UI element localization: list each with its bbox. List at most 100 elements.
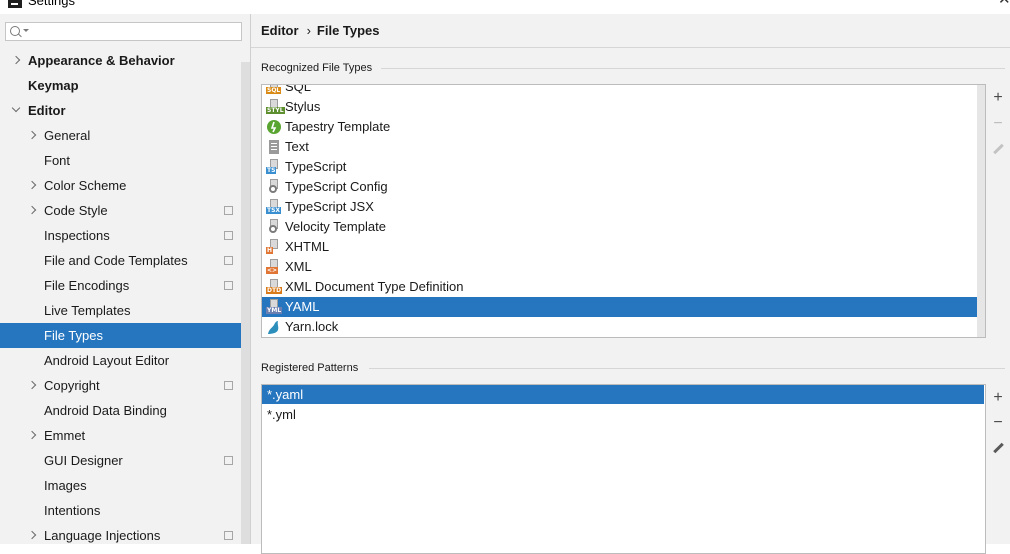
- pattern-row[interactable]: *.yaml: [262, 385, 984, 404]
- sidebar-item-file-types[interactable]: File Types: [0, 323, 250, 348]
- file-type-label: Text: [285, 139, 309, 154]
- edit-file-type-pencil-icon[interactable]: [990, 142, 1006, 158]
- chevron-right-icon[interactable]: [27, 530, 37, 540]
- yaml-file-icon: YML: [266, 299, 283, 315]
- search-input[interactable]: [30, 24, 235, 39]
- file-type-label: YAML: [285, 299, 320, 314]
- sidebar-item-label: Images: [44, 478, 87, 493]
- xhtml-file-icon: H: [266, 239, 282, 255]
- file-type-label: Yarn.lock: [285, 319, 339, 334]
- file-type-row[interactable]: H XHTML: [262, 237, 985, 257]
- file-type-label: SQL: [285, 84, 312, 94]
- breadcrumb: Editor › File Types: [261, 22, 380, 40]
- add-file-type-button[interactable]: +: [990, 90, 1006, 106]
- sidebar-item-android-layout-editor[interactable]: Android Layout Editor: [0, 348, 251, 373]
- project-level-icon: [222, 529, 233, 540]
- project-level-icon: [222, 204, 233, 215]
- sidebar-item-copyright[interactable]: Copyright: [0, 373, 251, 398]
- file-type-row[interactable]: Text: [262, 137, 985, 157]
- sidebar-item-editor[interactable]: Editor: [0, 98, 251, 123]
- file-type-label: TypeScript Config: [285, 179, 388, 194]
- file-type-row[interactable]: <> XML: [262, 257, 985, 277]
- chevron-right-icon[interactable]: [27, 380, 37, 390]
- xml-file-icon: <>: [266, 259, 282, 275]
- sidebar-item-intentions[interactable]: Intentions: [0, 498, 251, 523]
- text-file-icon: [266, 139, 282, 155]
- chevron-right-icon[interactable]: [11, 55, 21, 65]
- remove-pattern-button[interactable]: −: [990, 415, 1006, 431]
- section-rule: [369, 368, 1005, 369]
- search-history-dropdown-icon[interactable]: [23, 29, 29, 32]
- sidebar-item-label: File Types: [44, 328, 104, 343]
- file-type-row[interactable]: TS TypeScript: [262, 157, 985, 177]
- sidebar-item-live-templates[interactable]: Live Templates: [0, 298, 251, 323]
- sidebar-item-inspections[interactable]: Inspections: [0, 223, 251, 248]
- breadcrumb-parent[interactable]: Editor: [261, 23, 299, 38]
- chevron-right-icon[interactable]: [27, 430, 37, 440]
- sidebar-item-label: GUI Designer: [44, 453, 123, 468]
- sidebar-item-font[interactable]: Font: [0, 148, 251, 173]
- sidebar-item-emmet[interactable]: Emmet: [0, 423, 251, 448]
- file-types-scrollbar[interactable]: [977, 85, 985, 337]
- file-type-row[interactable]: DTD XML Document Type Definition: [262, 277, 985, 297]
- sidebar-item-label: Language Injections: [44, 528, 161, 543]
- chevron-right-icon[interactable]: [27, 205, 37, 215]
- recognized-file-types-list[interactable]: SQL SQL STYL Stylus Tapestry Template Text TS T…: [261, 84, 986, 338]
- sidebar-item-language-injections[interactable]: Language Injections: [0, 523, 251, 544]
- sidebar-item-color-scheme[interactable]: Color Scheme: [0, 173, 251, 198]
- sidebar-item-images[interactable]: Images: [0, 473, 251, 498]
- edit-pattern-pencil-icon[interactable]: [990, 441, 1006, 457]
- file-type-label: Stylus: [285, 99, 321, 114]
- file-type-row[interactable]: TSX TypeScript JSX: [262, 197, 985, 217]
- window-title: Settings: [28, 0, 75, 8]
- sidebar-item-file-and-code-templates[interactable]: File and Code Templates: [0, 248, 251, 273]
- search-box[interactable]: [5, 22, 242, 41]
- dtd-file-icon: DTD: [266, 279, 283, 295]
- tapestry-icon: [266, 119, 282, 135]
- tsconfig-file-icon: [266, 179, 282, 195]
- file-type-row[interactable]: Tapestry Template: [262, 117, 985, 137]
- sidebar-item-appearance-behavior[interactable]: Appearance & Behavior: [0, 48, 251, 73]
- sidebar-item-file-encodings[interactable]: File Encodings: [0, 273, 251, 298]
- file-type-row[interactable]: TypeScript Config: [262, 177, 985, 197]
- sidebar-item-label: Live Templates: [44, 303, 131, 318]
- sidebar-item-gui-designer[interactable]: GUI Designer: [0, 448, 251, 473]
- sidebar-item-label: General: [44, 128, 91, 143]
- project-level-icon: [222, 454, 233, 465]
- search-icon[interactable]: [10, 26, 20, 36]
- pattern-label: *.yaml: [267, 387, 304, 402]
- recognized-file-types-title: Recognized File Types: [261, 62, 373, 74]
- sidebar-item-code-style[interactable]: Code Style: [0, 198, 251, 223]
- chevron-right-icon[interactable]: [27, 180, 37, 190]
- chevron-right-icon[interactable]: [27, 130, 37, 140]
- app-logo-icon: [8, 0, 22, 8]
- add-pattern-button[interactable]: +: [990, 390, 1006, 406]
- sidebar-item-label: Code Style: [44, 203, 108, 218]
- sidebar-item-general[interactable]: General: [0, 123, 251, 148]
- sidebar-item-label: Inspections: [44, 228, 110, 243]
- project-level-icon: [222, 279, 233, 290]
- sidebar-item-keymap[interactable]: Keymap: [0, 73, 251, 98]
- file-type-row[interactable]: YML YAML: [262, 297, 985, 317]
- file-type-row[interactable]: Yarn.lock: [262, 317, 985, 337]
- sidebar-item-label: Intentions: [44, 503, 101, 518]
- pattern-label: *.yml: [267, 407, 296, 422]
- sidebar-item-android-data-binding[interactable]: Android Data Binding: [0, 398, 251, 423]
- typescript-file-icon: TS: [266, 159, 282, 175]
- close-button[interactable]: ✕: [998, 0, 1010, 7]
- sidebar-item-label: Copyright: [44, 378, 100, 393]
- file-type-row[interactable]: Velocity Template: [262, 217, 985, 237]
- sidebar-item-label: Android Layout Editor: [44, 353, 170, 368]
- file-type-row[interactable]: SQL SQL: [262, 84, 985, 97]
- section-rule: [381, 68, 1005, 69]
- file-type-row[interactable]: STYL Stylus: [262, 97, 985, 117]
- sidebar-item-label: Android Data Binding: [44, 403, 167, 418]
- chevron-down-icon[interactable]: [11, 103, 21, 113]
- sidebar-item-label: Editor: [28, 103, 66, 118]
- yarn-icon: [266, 319, 282, 335]
- pattern-row[interactable]: *.yml: [262, 405, 984, 424]
- sidebar-scrollbar[interactable]: [241, 62, 250, 544]
- registered-patterns-list[interactable]: *.yaml *.yml: [261, 384, 986, 554]
- remove-file-type-button[interactable]: −: [990, 116, 1006, 132]
- header-divider: [251, 47, 1010, 48]
